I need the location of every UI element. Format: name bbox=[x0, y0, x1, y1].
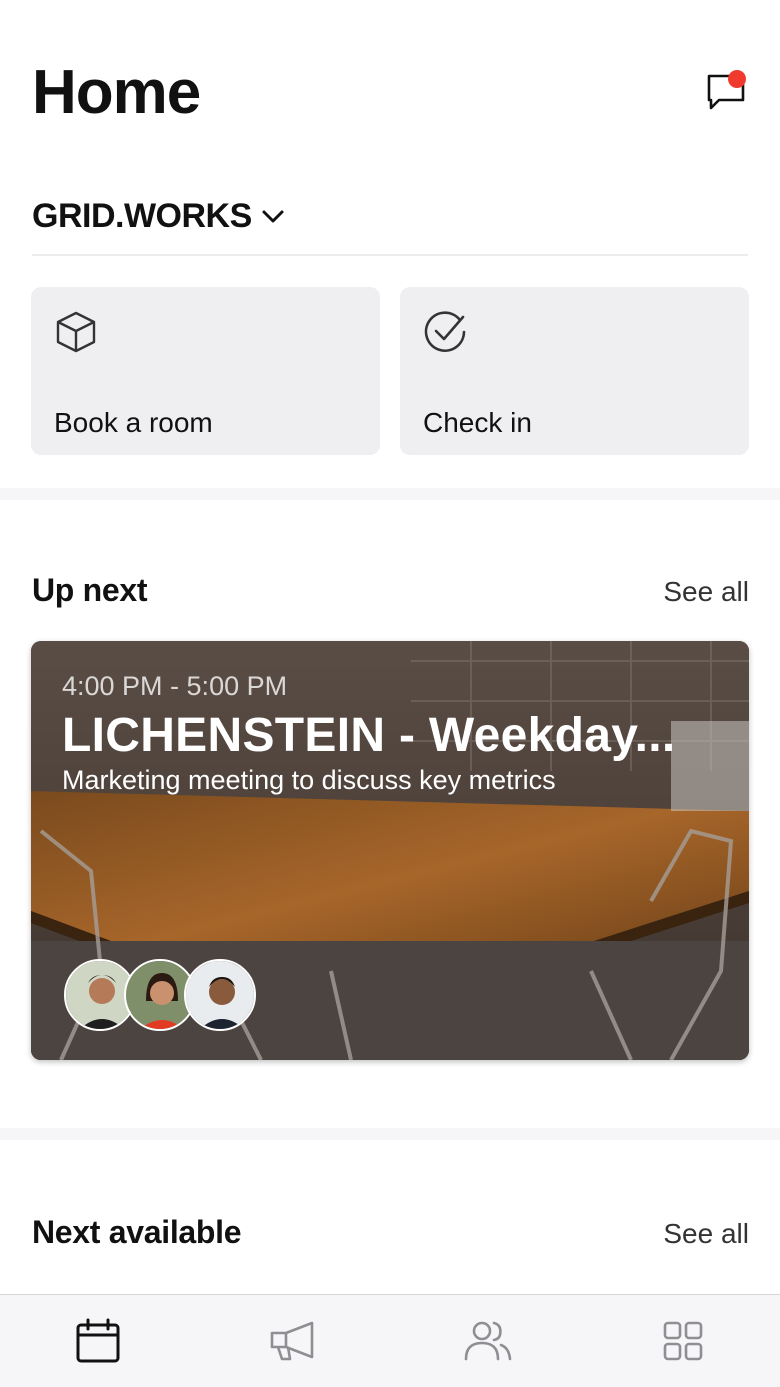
meeting-info: 4:00 PM - 5:00 PM LICHENSTEIN - Weekday.… bbox=[62, 671, 709, 796]
chevron-down-icon bbox=[262, 210, 284, 223]
workspace-selector[interactable]: GRID.WORKS bbox=[32, 192, 286, 240]
divider bbox=[32, 254, 748, 256]
book-room-label: Book a room bbox=[54, 407, 213, 438]
unread-badge bbox=[728, 70, 746, 88]
tab-people[interactable] bbox=[443, 1311, 533, 1371]
section-separator bbox=[0, 488, 780, 500]
tab-announcements[interactable] bbox=[248, 1311, 338, 1371]
cube-icon bbox=[56, 311, 96, 353]
check-in-tile[interactable]: Check in bbox=[400, 287, 749, 455]
page-title: Home bbox=[32, 57, 201, 127]
meeting-description: Marketing meeting to discuss key metrics bbox=[62, 765, 556, 795]
messages-button[interactable] bbox=[702, 68, 750, 116]
tab-bar bbox=[0, 1294, 780, 1387]
next-available-see-all[interactable]: See all bbox=[663, 1218, 749, 1250]
tab-apps[interactable] bbox=[638, 1311, 728, 1371]
up-next-see-all[interactable]: See all bbox=[663, 576, 749, 608]
meeting-title: LICHENSTEIN - Weekday... bbox=[62, 709, 676, 762]
up-next-header: Up next See all bbox=[32, 572, 749, 609]
calendar-icon bbox=[76, 1318, 119, 1363]
up-next-title: Up next bbox=[32, 572, 148, 608]
meeting-time: 4:00 PM - 5:00 PM bbox=[62, 671, 288, 701]
check-circle-icon bbox=[424, 311, 466, 352]
next-available-title: Next available bbox=[32, 1214, 242, 1250]
check-in-label: Check in bbox=[423, 407, 532, 438]
home-screen: Home GRID.WORKS Book a room Check in Up … bbox=[0, 0, 780, 1387]
workspace-name: GRID.WORKS bbox=[32, 196, 252, 235]
meeting-card[interactable]: 4:00 PM - 5:00 PM LICHENSTEIN - Weekday.… bbox=[31, 641, 749, 1060]
header: Home bbox=[32, 52, 750, 132]
grid-icon bbox=[663, 1321, 702, 1361]
people-icon bbox=[464, 1321, 511, 1361]
next-available-header: Next available See all bbox=[32, 1214, 749, 1251]
book-room-tile[interactable]: Book a room bbox=[31, 287, 380, 455]
tab-calendar[interactable] bbox=[53, 1311, 143, 1371]
section-separator bbox=[0, 1128, 780, 1140]
megaphone-icon bbox=[270, 1321, 313, 1361]
avatar bbox=[184, 959, 256, 1031]
